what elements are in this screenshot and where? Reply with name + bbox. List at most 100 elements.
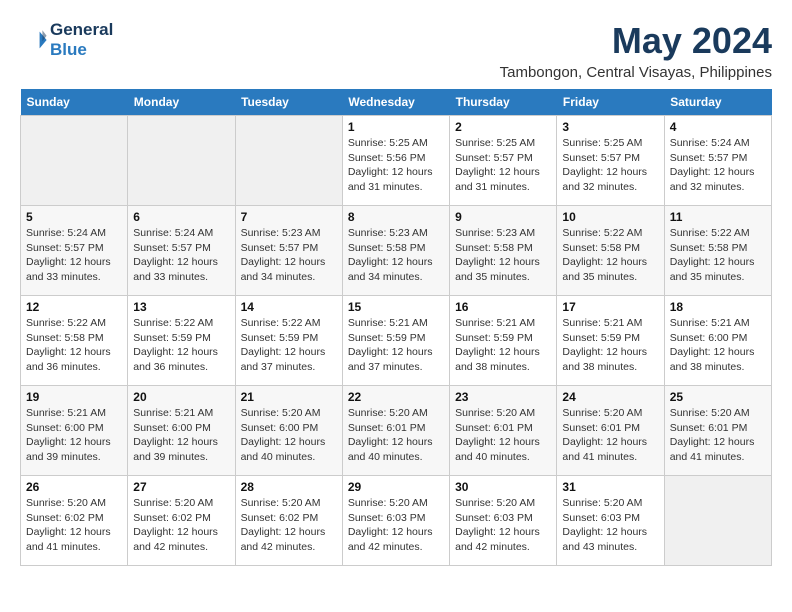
weekday-header-tuesday: Tuesday [235,89,342,116]
title-block: May 2024 Tambongon, Central Visayas, Phi… [500,20,772,81]
day-number: 10 [562,210,658,224]
day-cell: 30 Sunrise: 5:20 AM Sunset: 6:03 PM Dayli… [450,476,557,566]
day-cell [235,116,342,206]
day-number: 25 [670,390,766,404]
day-info: Sunrise: 5:21 AM Sunset: 6:00 PM Dayligh… [133,406,229,465]
page-header: General Blue May 2024 Tambongon, Central… [20,20,772,81]
day-cell: 18 Sunrise: 5:21 AM Sunset: 6:00 PM Dayli… [664,296,771,386]
day-info: Sunrise: 5:21 AM Sunset: 5:59 PM Dayligh… [348,316,444,375]
day-cell: 28 Sunrise: 5:20 AM Sunset: 6:02 PM Dayli… [235,476,342,566]
day-number: 21 [241,390,337,404]
weekday-header-thursday: Thursday [450,89,557,116]
day-info: Sunrise: 5:24 AM Sunset: 5:57 PM Dayligh… [26,226,122,285]
day-info: Sunrise: 5:21 AM Sunset: 5:59 PM Dayligh… [455,316,551,375]
day-cell: 1Sunrise: 5:25 AM Sunset: 5:56 PM Daylig… [342,116,449,206]
weekday-header-saturday: Saturday [664,89,771,116]
day-cell: 17Sunrise: 5:21 AM Sunset: 5:59 PM Dayli… [557,296,664,386]
day-info: Sunrise: 5:22 AM Sunset: 5:58 PM Dayligh… [26,316,122,375]
day-info: Sunrise: 5:24 AM Sunset: 5:57 PM Dayligh… [670,136,766,195]
day-cell: 20Sunrise: 5:21 AM Sunset: 6:00 PM Dayli… [128,386,235,476]
day-cell: 13 Sunrise: 5:22 AM Sunset: 5:59 PM Dayli… [128,296,235,386]
day-cell: 10 Sunrise: 5:22 AM Sunset: 5:58 PM Dayli… [557,206,664,296]
day-cell: 19Sunrise: 5:21 AM Sunset: 6:00 PM Dayli… [21,386,128,476]
day-number: 28 [241,480,337,494]
day-cell: 29 Sunrise: 5:20 AM Sunset: 6:03 PM Dayli… [342,476,449,566]
day-cell: 15Sunrise: 5:21 AM Sunset: 5:59 PM Dayli… [342,296,449,386]
day-number: 4 [670,120,766,134]
day-cell: 12 Sunrise: 5:22 AM Sunset: 5:58 PM Dayli… [21,296,128,386]
day-number: 29 [348,480,444,494]
day-number: 19 [26,390,122,404]
day-info: Sunrise: 5:20 AM Sunset: 6:03 PM Dayligh… [455,496,551,555]
day-cell: 16 Sunrise: 5:21 AM Sunset: 5:59 PM Dayli… [450,296,557,386]
day-info: Sunrise: 5:20 AM Sunset: 6:00 PM Dayligh… [241,406,337,465]
day-number: 27 [133,480,229,494]
day-info: Sunrise: 5:20 AM Sunset: 6:01 PM Dayligh… [455,406,551,465]
day-number: 24 [562,390,658,404]
day-number: 12 [26,300,122,314]
weekday-header-sunday: Sunday [21,89,128,116]
day-cell: 4 Sunrise: 5:24 AM Sunset: 5:57 PM Daylig… [664,116,771,206]
day-info: Sunrise: 5:22 AM Sunset: 5:59 PM Dayligh… [241,316,337,375]
day-info: Sunrise: 5:22 AM Sunset: 5:58 PM Dayligh… [562,226,658,285]
day-number: 11 [670,210,766,224]
day-cell: 2Sunrise: 5:25 AM Sunset: 5:57 PM Daylig… [450,116,557,206]
week-row-2: 5 Sunrise: 5:24 AM Sunset: 5:57 PM Daylig… [21,206,772,296]
logo-icon [20,26,48,54]
day-number: 9 [455,210,551,224]
week-row-4: 19 Sunrise: 5:21 AM Sunset: 6:00 PM Dayli… [21,386,772,476]
day-cell [21,116,128,206]
day-number: 31 [562,480,658,494]
day-info: Sunrise: 5:22 AM Sunset: 5:58 PM Dayligh… [670,226,766,285]
day-cell: 5 Sunrise: 5:24 AM Sunset: 5:57 PM Daylig… [21,206,128,296]
day-info: Sunrise: 5:21 AM Sunset: 6:00 PM Dayligh… [670,316,766,375]
day-info: Sunrise: 5:22 AM Sunset: 5:59 PM Dayligh… [133,316,229,375]
week-row-5: 26Sunrise: 5:20 AM Sunset: 6:02 PM Dayli… [21,476,772,566]
day-number: 3 [562,120,658,134]
calendar-table: SundayMondayTuesdayWednesdayThursdayFrid… [20,89,772,566]
day-info: Sunrise: 5:25 AM Sunset: 5:57 PM Dayligh… [562,136,658,195]
day-number: 13 [133,300,229,314]
location: Tambongon, Central Visayas, Philippines [500,64,772,81]
day-number: 30 [455,480,551,494]
day-number: 16 [455,300,551,314]
weekday-header-wednesday: Wednesday [342,89,449,116]
day-number: 8 [348,210,444,224]
day-info: Sunrise: 5:20 AM Sunset: 6:01 PM Dayligh… [348,406,444,465]
day-info: Sunrise: 5:20 AM Sunset: 6:02 PM Dayligh… [26,496,122,555]
day-cell: 21 Sunrise: 5:20 AM Sunset: 6:00 PM Dayli… [235,386,342,476]
day-number: 6 [133,210,229,224]
day-cell: 24 Sunrise: 5:20 AM Sunset: 6:01 PM Dayli… [557,386,664,476]
day-cell: 14 Sunrise: 5:22 AM Sunset: 5:59 PM Dayli… [235,296,342,386]
day-number: 5 [26,210,122,224]
day-cell: 31Sunrise: 5:20 AM Sunset: 6:03 PM Dayli… [557,476,664,566]
day-info: Sunrise: 5:25 AM Sunset: 5:56 PM Dayligh… [348,136,444,195]
month-title: May 2024 [500,20,772,62]
day-cell: 26Sunrise: 5:20 AM Sunset: 6:02 PM Dayli… [21,476,128,566]
day-cell [128,116,235,206]
week-row-3: 12 Sunrise: 5:22 AM Sunset: 5:58 PM Dayli… [21,296,772,386]
day-info: Sunrise: 5:24 AM Sunset: 5:57 PM Dayligh… [133,226,229,285]
day-cell: 3 Sunrise: 5:25 AM Sunset: 5:57 PM Daylig… [557,116,664,206]
day-info: Sunrise: 5:20 AM Sunset: 6:01 PM Dayligh… [670,406,766,465]
calendar-body: 1Sunrise: 5:25 AM Sunset: 5:56 PM Daylig… [21,116,772,566]
day-cell: 6 Sunrise: 5:24 AM Sunset: 5:57 PM Daylig… [128,206,235,296]
day-number: 23 [455,390,551,404]
day-cell: 7Sunrise: 5:23 AM Sunset: 5:57 PM Daylig… [235,206,342,296]
weekday-header-friday: Friday [557,89,664,116]
week-row-1: 1Sunrise: 5:25 AM Sunset: 5:56 PM Daylig… [21,116,772,206]
day-cell: 23 Sunrise: 5:20 AM Sunset: 6:01 PM Dayli… [450,386,557,476]
day-info: Sunrise: 5:20 AM Sunset: 6:02 PM Dayligh… [241,496,337,555]
day-cell: 27Sunrise: 5:20 AM Sunset: 6:02 PM Dayli… [128,476,235,566]
day-info: Sunrise: 5:20 AM Sunset: 6:03 PM Dayligh… [348,496,444,555]
day-number: 18 [670,300,766,314]
day-info: Sunrise: 5:23 AM Sunset: 5:57 PM Dayligh… [241,226,337,285]
day-info: Sunrise: 5:25 AM Sunset: 5:57 PM Dayligh… [455,136,551,195]
logo: General Blue [20,20,113,59]
day-cell: 11 Sunrise: 5:22 AM Sunset: 5:58 PM Dayli… [664,206,771,296]
day-info: Sunrise: 5:21 AM Sunset: 5:59 PM Dayligh… [562,316,658,375]
weekday-header-row: SundayMondayTuesdayWednesdayThursdayFrid… [21,89,772,116]
day-info: Sunrise: 5:20 AM Sunset: 6:01 PM Dayligh… [562,406,658,465]
day-number: 14 [241,300,337,314]
logo-line1: General [50,20,113,40]
